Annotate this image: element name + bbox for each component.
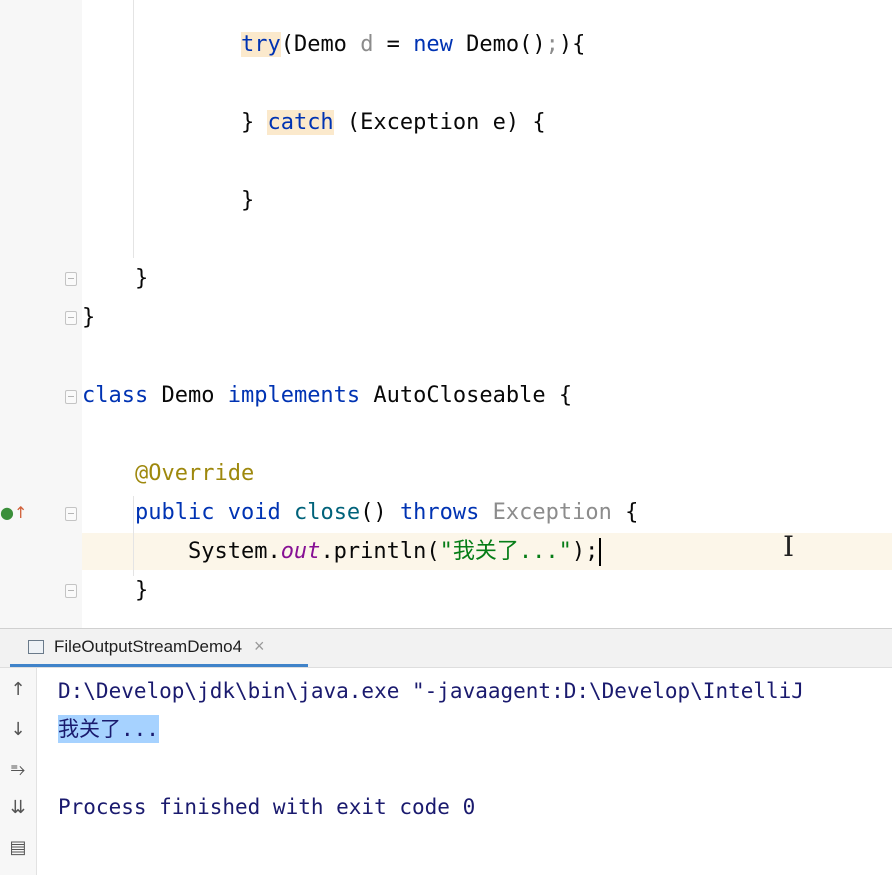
ibeam-cursor-icon: I	[783, 530, 795, 563]
console-exit-line: Process finished with exit code 0	[58, 795, 476, 819]
fold-marker[interactable]	[65, 507, 77, 521]
implements-method-icon[interactable]: ●↑	[0, 503, 27, 522]
run-tool-window: FileOutputStreamDemo4 × ↑ ↓ ⥱ ⇊ ▤ D:\Dev…	[0, 628, 892, 875]
tab-run-config[interactable]: FileOutputStreamDemo4 ×	[10, 629, 308, 667]
code-line: }	[134, 578, 149, 603]
run-toolbar: ↑ ↓ ⥱ ⇊ ▤	[0, 668, 37, 875]
console-command-line: D:\Develop\jdk\bin\java.exe "-javaagent:…	[58, 679, 804, 703]
code-line: } catch (Exception e) {	[240, 110, 546, 135]
code-line: class Demo implements AutoCloseable {	[82, 383, 573, 408]
fold-marker[interactable]	[65, 390, 77, 404]
print-icon[interactable]: ▤	[6, 836, 30, 860]
close-icon[interactable]: ×	[254, 636, 265, 657]
fold-marker[interactable]	[65, 272, 77, 286]
console-icon	[28, 639, 44, 654]
fold-marker[interactable]	[65, 311, 77, 325]
tab-label: FileOutputStreamDemo4	[54, 636, 243, 656]
console-output-line: 我关了...	[58, 715, 159, 743]
code-editor[interactable]: ●↑ try(Demo d = new Demo();){ } catch (E…	[0, 0, 892, 628]
soft-wrap-icon[interactable]: ⥱	[6, 758, 30, 782]
code-line: @Override	[134, 461, 255, 486]
code-line: }	[82, 305, 96, 330]
down-arrow-icon[interactable]: ↓	[6, 718, 30, 742]
scroll-to-end-icon[interactable]: ⇊	[6, 796, 30, 820]
up-arrow-icon[interactable]: ↑	[6, 678, 30, 702]
code-line: public void close() throws Exception {	[134, 500, 639, 525]
code-line: }	[134, 266, 149, 291]
code-line: }	[240, 188, 255, 213]
text-caret	[599, 538, 602, 566]
code-line: System.out.println("我关了...");	[82, 537, 602, 567]
fold-marker[interactable]	[65, 584, 77, 598]
code-line: try(Demo d = new Demo();){	[240, 32, 586, 57]
run-tab-bar: FileOutputStreamDemo4 ×	[0, 629, 892, 668]
